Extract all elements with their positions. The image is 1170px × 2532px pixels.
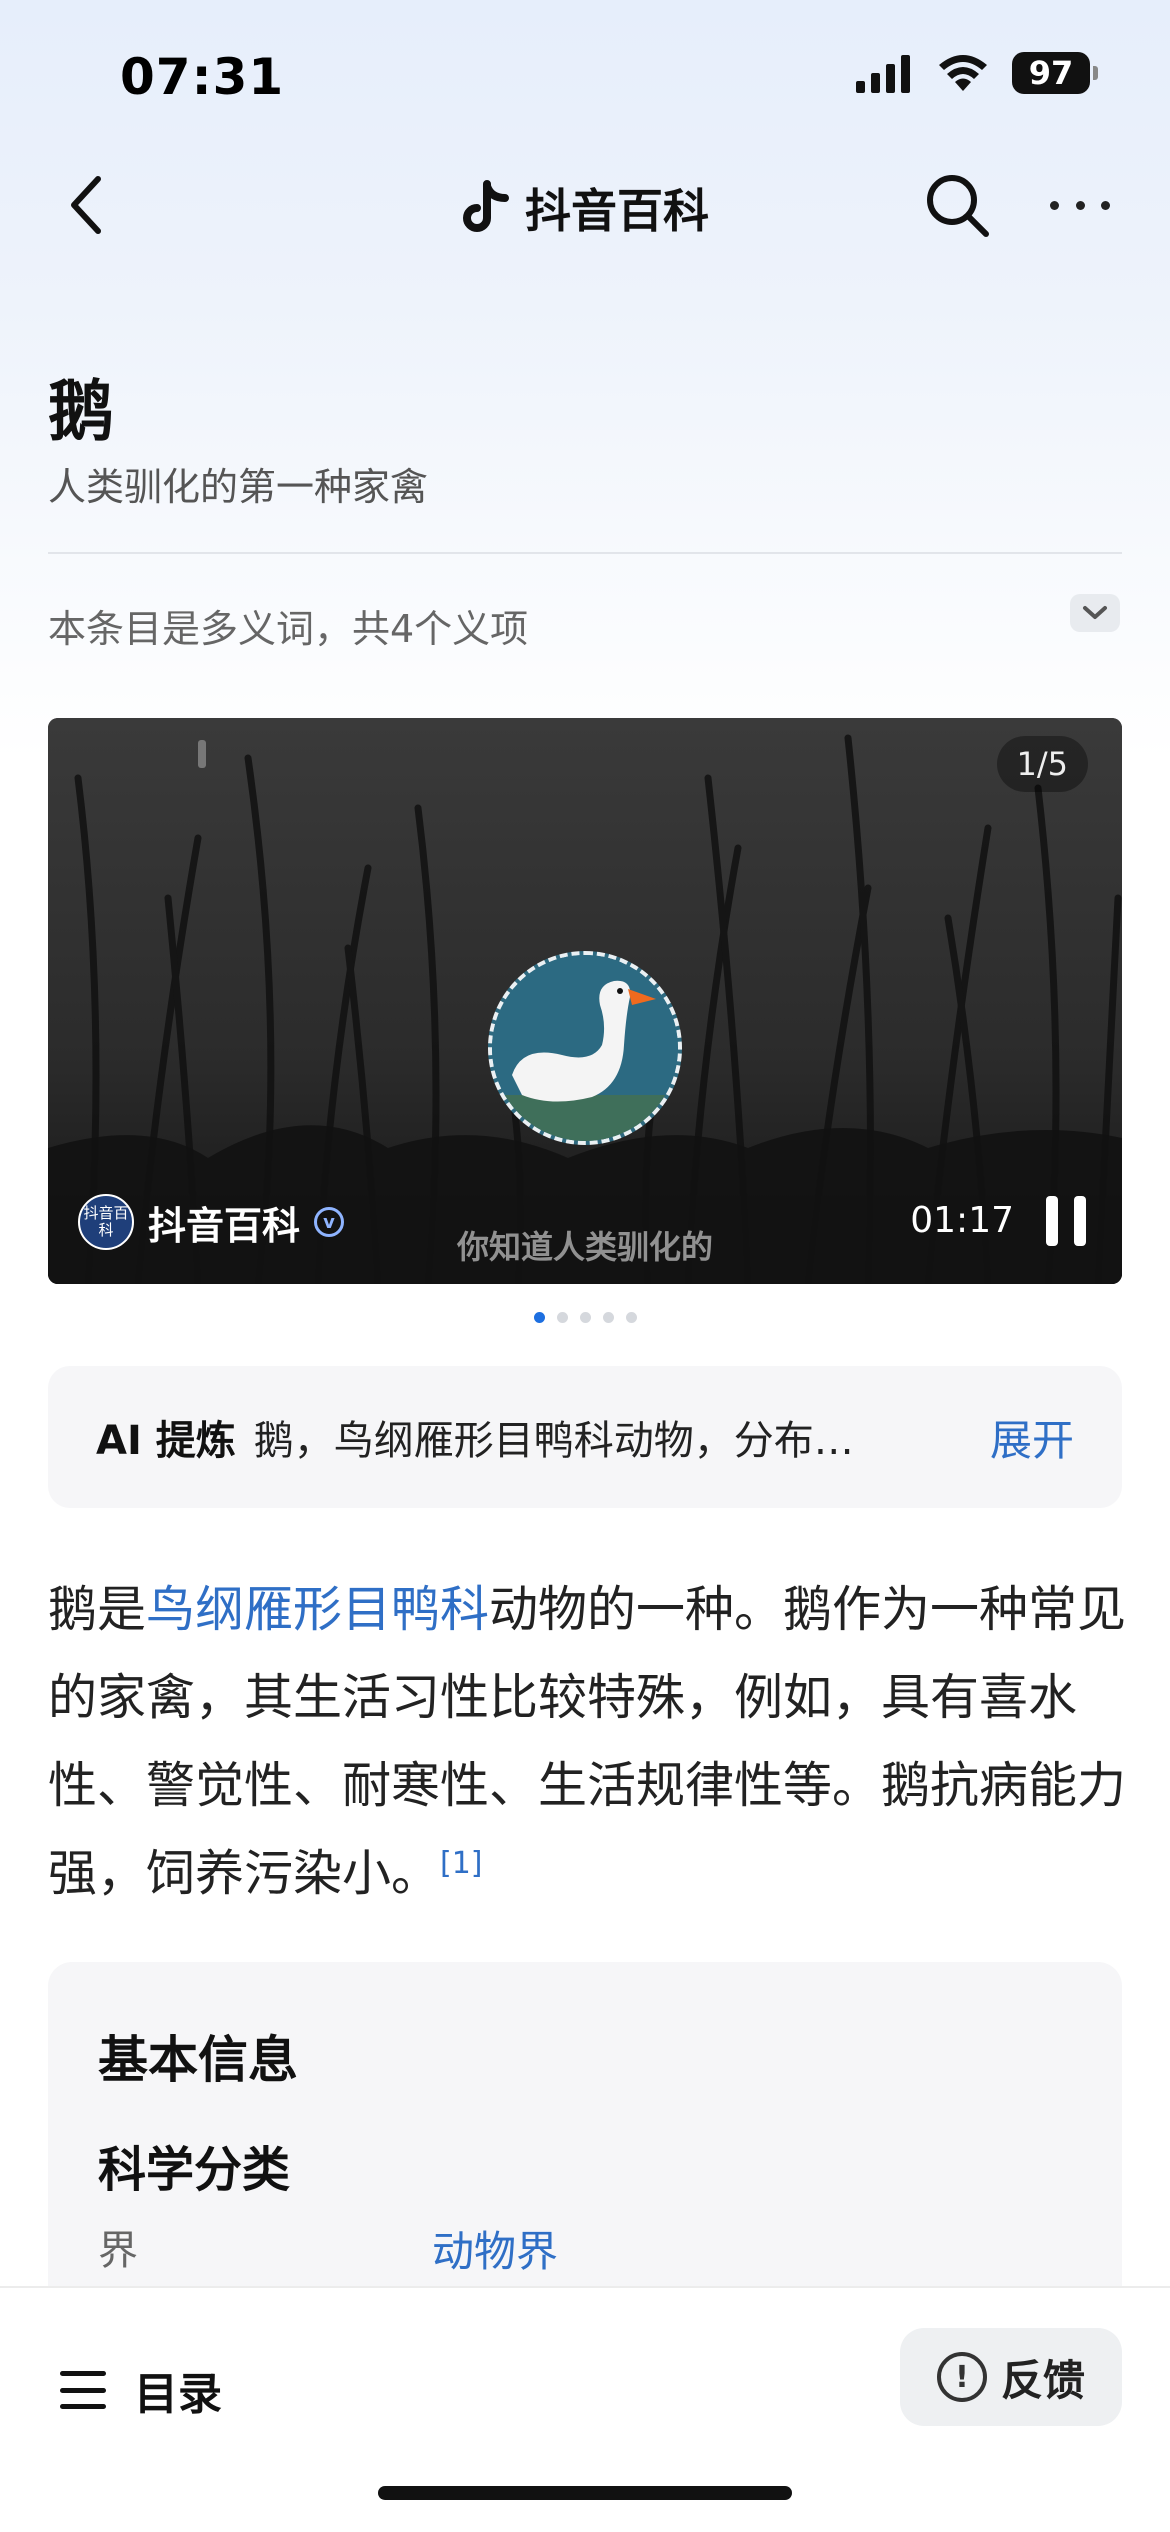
- more-icon-dot: [1075, 200, 1085, 210]
- ai-summary-card[interactable]: AI 提炼 鹅，鸟纲雁形目鸭科动物，分布… 展开: [48, 1366, 1122, 1508]
- classification-heading: 科学分类: [98, 2142, 291, 2198]
- page-dot[interactable]: [602, 1312, 614, 1323]
- divider: [48, 552, 1122, 554]
- brand-avatar: 抖音百科: [78, 1194, 134, 1250]
- info-row-value-link[interactable]: 动物界: [432, 2218, 558, 2279]
- video-time: 01:17: [910, 1200, 1014, 1241]
- basic-info-card: [48, 1962, 1122, 2292]
- verified-icon: v: [314, 1207, 345, 1237]
- menu-icon: [60, 2371, 106, 2409]
- carousel-page-indicator[interactable]: [0, 1312, 1170, 1323]
- polysemy-expand-button[interactable]: [1070, 594, 1120, 632]
- goose-illustration: [492, 955, 678, 1141]
- ai-summary-label: AI 提炼: [96, 1418, 236, 1464]
- toc-button[interactable]: 目录: [60, 2358, 222, 2422]
- exclamation-icon: !: [936, 2352, 987, 2402]
- polysemy-note[interactable]: 本条目是多义词，共4个义项: [48, 598, 528, 653]
- page-dot[interactable]: [579, 1312, 591, 1323]
- status-time: 07:31: [120, 48, 285, 106]
- reference-link[interactable]: [1]: [440, 1846, 483, 1881]
- pause-icon-bar: [1046, 1196, 1058, 1246]
- more-button[interactable]: [1050, 180, 1110, 230]
- nav-title-group: 抖音百科: [0, 175, 1170, 241]
- tiktok-logo-icon: [463, 180, 509, 232]
- paragraph-text: 鹅是: [48, 1581, 147, 1638]
- feedback-label: 反馈: [1000, 2355, 1085, 2405]
- search-button[interactable]: [922, 170, 992, 240]
- search-icon: [927, 175, 989, 237]
- more-icon-dot: [1050, 200, 1059, 210]
- pause-icon-bar: [1074, 1196, 1086, 1246]
- goose-thumbnail: [488, 951, 682, 1145]
- page-subtitle: 人类驯化的第一种家禽: [48, 465, 429, 509]
- home-indicator: [378, 2486, 792, 2500]
- feedback-button[interactable]: ! 反馈: [900, 2328, 1122, 2426]
- info-row-key: 界: [98, 2228, 138, 2274]
- page-dot[interactable]: [533, 1312, 545, 1323]
- basic-info-title: 基本信息: [98, 2030, 298, 2089]
- brand-name: 抖音百科: [148, 1203, 301, 1248]
- video-player[interactable]: 1/5 你知道人类驯化的 抖音百科 抖音百科 v 01:17: [48, 718, 1122, 1284]
- page-title: 鹅: [48, 372, 114, 450]
- more-icon-dot: [1101, 200, 1110, 210]
- page-dot[interactable]: [625, 1312, 637, 1323]
- ai-summary-text: 鹅，鸟纲雁形目鸭科动物，分布…: [253, 1418, 854, 1464]
- article-paragraph: 鹅是鸟纲雁形目鸭科动物的一种。鹅作为一种常见的家禽，其生活习性比较特殊，例如，具…: [48, 1566, 1128, 1918]
- toc-label: 目录: [134, 2369, 222, 2420]
- pause-button[interactable]: [1046, 1196, 1086, 1246]
- battery-level: 97: [1028, 54, 1074, 92]
- page-dot[interactable]: [556, 1312, 568, 1323]
- media-counter: 1/5: [996, 736, 1088, 792]
- video-brand[interactable]: 抖音百科 抖音百科 v: [78, 1194, 345, 1250]
- ai-summary-expand-button[interactable]: 展开: [990, 1407, 1074, 1468]
- status-icons: 97: [854, 52, 1098, 94]
- battery-icon: 97: [1012, 52, 1098, 94]
- chevron-down-icon: [1083, 606, 1107, 619]
- signal-icon: [856, 55, 910, 93]
- nav-title: 抖音百科: [525, 184, 709, 238]
- wifi-icon: [939, 55, 987, 91]
- taxonomy-link[interactable]: 鸟纲雁形目鸭科: [146, 1581, 489, 1638]
